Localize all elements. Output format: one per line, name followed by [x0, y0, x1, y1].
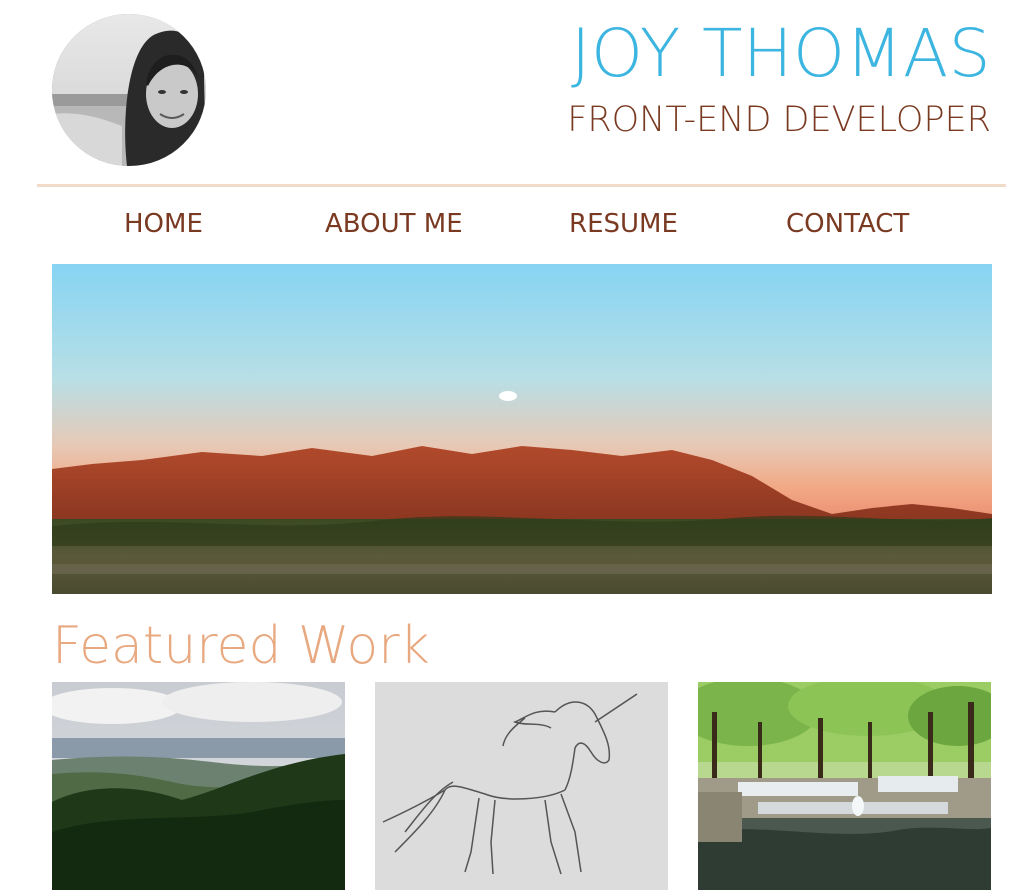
unicorn-sketch — [375, 682, 668, 890]
nav-home[interactable]: HOME — [124, 206, 203, 242]
mountains-photo — [52, 682, 345, 890]
site-role: FRONT-END DEVELOPER — [567, 100, 991, 140]
hero-landscape — [52, 264, 992, 594]
featured-card-fountain[interactable] — [698, 682, 991, 890]
nav-contact[interactable]: CONTACT — [786, 206, 909, 242]
site-header: JOY THOMAS FRONT-END DEVELOPER — [0, 0, 1031, 186]
header-divider — [37, 184, 1006, 187]
featured-work-title: Featured Work — [52, 616, 430, 676]
nav-resume[interactable]: RESUME — [569, 206, 678, 242]
featured-card-mountains[interactable] — [52, 682, 345, 890]
nav-about-me[interactable]: ABOUT ME — [325, 206, 463, 242]
avatar-photo — [52, 14, 206, 166]
main-nav: HOME ABOUT ME RESUME CONTACT — [0, 196, 1031, 252]
site-name: JOY THOMAS — [571, 15, 991, 92]
hero-image — [52, 264, 992, 594]
featured-card-unicorn[interactable] — [375, 682, 668, 890]
avatar — [52, 14, 206, 166]
fountain-photo — [698, 682, 991, 890]
